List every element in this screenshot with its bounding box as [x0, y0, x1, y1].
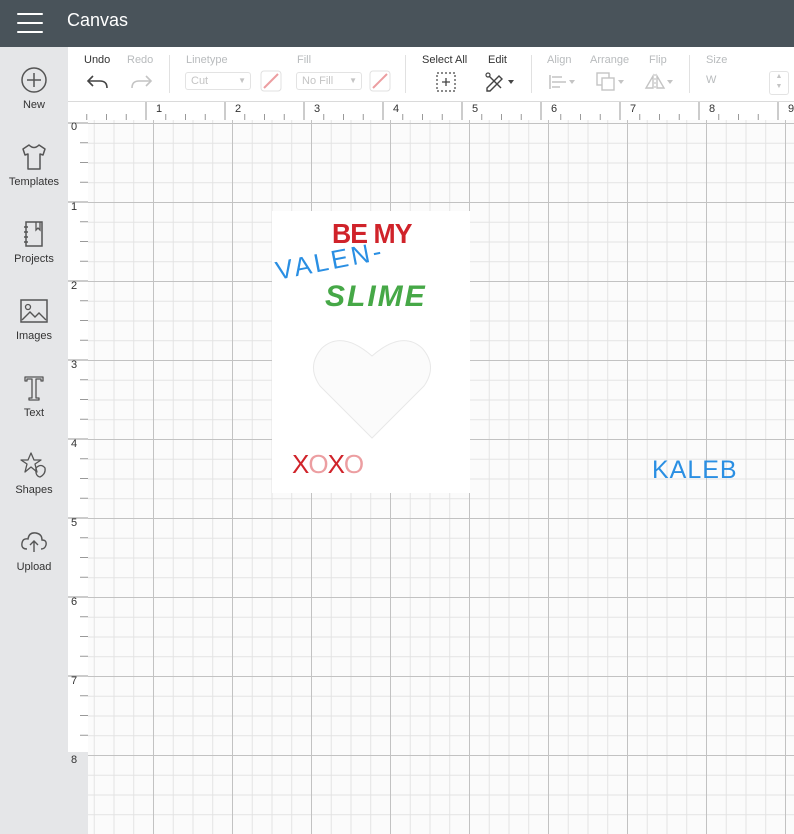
linetype-group: Linetype Cut ▼: [185, 53, 285, 97]
flip-icon: [644, 73, 673, 90]
stepper-up-icon: ▲: [775, 73, 783, 80]
undo-icon: [86, 75, 108, 89]
heart-shape[interactable]: [312, 330, 432, 442]
slime-text[interactable]: SLIME: [325, 280, 427, 314]
chevron-down-icon: ▼: [349, 76, 357, 85]
linetype-color-swatch-icon[interactable]: [260, 70, 282, 92]
xoxo-letter: O: [343, 449, 364, 479]
undo-button[interactable]: Undo: [82, 53, 116, 97]
shapes-icon: [20, 452, 46, 478]
redo-label: Redo: [127, 54, 154, 66]
ruler-top-label: 7: [630, 103, 637, 115]
fill-group: Fill No Fill ▼: [296, 53, 396, 97]
sidebar-item-projects[interactable]: Projects: [0, 219, 68, 291]
edit-button[interactable]: Edit: [484, 53, 524, 97]
ruler-top-label: 3: [314, 103, 321, 115]
cloud-upload-icon: [21, 532, 47, 552]
ruler-left-ticks: [68, 122, 88, 736]
kaleb-text[interactable]: KALEB: [652, 456, 738, 485]
top-bar: Canvas: [0, 0, 794, 47]
ruler-left-label: 6: [71, 596, 78, 608]
linetype-select[interactable]: Cut ▼: [185, 72, 251, 90]
align-icon: [549, 75, 575, 89]
xoxo-letter: X: [327, 449, 345, 479]
ruler-top-label: 8: [709, 103, 716, 115]
sidebar-item-shapes[interactable]: Shapes: [0, 450, 68, 522]
sidebar-item-text[interactable]: Text: [0, 373, 68, 445]
ruler-left-label: 4: [71, 438, 78, 450]
ruler-top-label: 4: [393, 103, 400, 115]
arrange-label: Arrange: [590, 54, 630, 66]
size-width-label: W: [706, 74, 717, 86]
edit-tools-icon: [485, 72, 514, 92]
sidebar-label-images: Images: [15, 330, 53, 342]
sidebar-label-new: New: [22, 99, 45, 111]
xoxo-letter: X: [292, 449, 309, 479]
sidebar-label-projects: Projects: [14, 253, 54, 265]
sidebar-label-upload: Upload: [16, 561, 52, 573]
ruler-top-label: 1: [156, 103, 163, 115]
ruler-top-label: 9: [788, 103, 794, 115]
fill-value: No Fill: [302, 75, 334, 87]
notebook-icon: [24, 221, 43, 247]
chevron-down-icon: ▼: [238, 76, 246, 85]
ruler-left: [68, 120, 89, 752]
flip-button[interactable]: Flip: [644, 53, 680, 97]
sidebar-item-upload[interactable]: Upload: [0, 527, 68, 599]
size-group: Size W ▲ ▼: [705, 53, 794, 97]
arrange-icon: [596, 72, 624, 91]
xoxo-letter: O: [308, 449, 328, 479]
arrange-button[interactable]: Arrange: [589, 53, 633, 97]
ruler-top: [68, 102, 794, 121]
ruler-top-label: 2: [235, 103, 242, 115]
align-button[interactable]: Align: [546, 53, 582, 97]
ruler-left-label: 1: [71, 201, 78, 213]
redo-button[interactable]: Redo: [125, 53, 159, 97]
tshirt-icon: [22, 144, 46, 170]
ruler-top-label: 5: [472, 103, 479, 115]
edit-toolbar: Undo Redo Linetype Cut ▼ Fill No Fill ▼ Se…: [68, 47, 794, 102]
app-title: Canvas: [67, 10, 129, 30]
ruler-left-label: 3: [71, 359, 78, 371]
sidebar-item-new[interactable]: New: [0, 65, 68, 137]
linetype-label: Linetype: [186, 54, 228, 66]
stepper-down-icon: ▼: [775, 83, 783, 90]
ruler-left-label: 2: [71, 280, 78, 292]
sidebar: New Templates Projects Images Text Shape…: [0, 47, 69, 834]
size-width-input[interactable]: [717, 72, 757, 90]
ruler-left-label: 0: [71, 121, 78, 133]
xoxo-text[interactable]: XOXO: [292, 449, 364, 480]
select-all-button[interactable]: Select All: [422, 53, 472, 97]
image-icon: [20, 299, 48, 323]
plus-circle-icon: [21, 67, 47, 93]
hamburger-menu-icon[interactable]: [17, 12, 43, 34]
text-icon: [24, 376, 44, 401]
select-all-label: Select All: [422, 54, 468, 66]
sidebar-label-text: Text: [23, 407, 45, 419]
undo-label: Undo: [84, 54, 111, 66]
ruler-top-ticks: [86, 102, 779, 120]
flip-label: Flip: [649, 54, 667, 66]
redo-icon: [131, 75, 153, 89]
sidebar-item-templates[interactable]: Templates: [0, 142, 68, 214]
fill-color-swatch-icon[interactable]: [369, 70, 391, 92]
ruler-left-label: 5: [71, 517, 78, 529]
sidebar-item-images[interactable]: Images: [0, 296, 68, 368]
linetype-value: Cut: [191, 75, 209, 87]
select-all-icon: [436, 72, 456, 92]
ruler-left-label: 8: [71, 754, 78, 766]
size-width-stepper[interactable]: ▲ ▼: [769, 71, 789, 95]
edit-label: Edit: [488, 54, 507, 66]
ruler-left-label: 7: [71, 675, 78, 687]
size-label: Size: [706, 54, 728, 66]
fill-select[interactable]: No Fill ▼: [296, 72, 362, 90]
sidebar-label-templates: Templates: [8, 176, 60, 188]
align-label: Align: [547, 54, 572, 66]
ruler-top-label: 6: [551, 103, 558, 115]
fill-label: Fill: [297, 54, 312, 66]
sidebar-label-shapes: Shapes: [15, 484, 53, 496]
